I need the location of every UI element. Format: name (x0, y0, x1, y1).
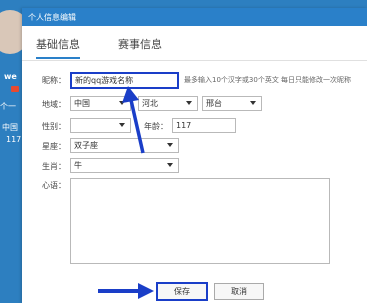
annotation-overlay (98, 86, 154, 299)
arrow-to-save-icon (98, 283, 154, 299)
arrow-to-nickname-icon (122, 86, 145, 154)
